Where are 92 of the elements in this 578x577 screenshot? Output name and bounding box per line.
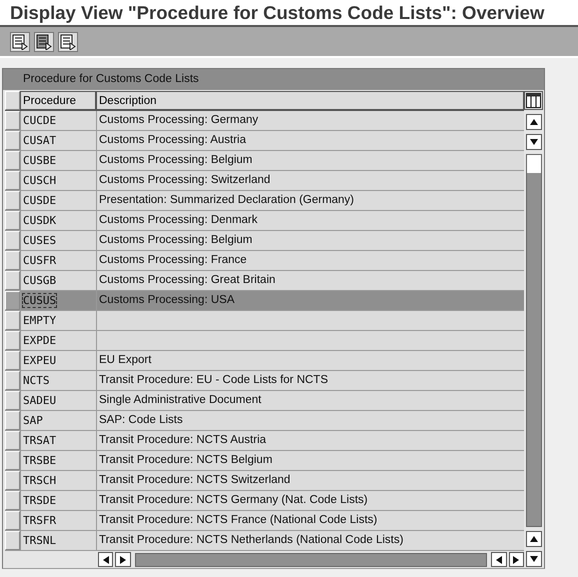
- document-icon[interactable]: [34, 32, 54, 52]
- table-cell: Customs Processing: Switzerland: [96, 171, 524, 190]
- table-cell: CUSBE: [20, 151, 96, 170]
- row-selector[interactable]: [5, 511, 20, 530]
- table-cell: Customs Processing: Belgium: [96, 231, 524, 250]
- table-cell: CUSCH: [20, 171, 96, 190]
- row-selector[interactable]: [5, 311, 20, 330]
- table-caption: Procedure for Customs Code Lists: [3, 69, 544, 90]
- down-arrow-icon: [530, 139, 538, 145]
- left-arrow-icon: [496, 556, 502, 564]
- scroll-up-button[interactable]: [526, 531, 542, 547]
- table-cell: SAP: [20, 411, 96, 430]
- row-selector[interactable]: [5, 351, 20, 370]
- row-selector[interactable]: [5, 251, 20, 270]
- table-cell: Transit Procedure: NCTS Austria: [96, 431, 524, 450]
- right-arrow-icon: [513, 556, 520, 564]
- table-cell: EU Export: [96, 351, 524, 370]
- row-selector[interactable]: [5, 231, 20, 250]
- scrollbar-thumb[interactable]: [526, 155, 540, 173]
- scroll-right-button[interactable]: [115, 552, 131, 567]
- table-cell: EXPEU: [20, 351, 96, 370]
- scroll-up-button[interactable]: [526, 114, 542, 130]
- table-cell: CUSES: [20, 231, 96, 250]
- row-selector[interactable]: [5, 291, 20, 310]
- window-title: Display View "Procedure for Customs Code Lists": Overview: [0, 0, 578, 27]
- column-header[interactable]: Procedure: [20, 91, 96, 110]
- left-arrow-icon: [102, 556, 109, 564]
- scrollbar-track[interactable]: [526, 154, 542, 527]
- table-cell: CUSDK: [20, 211, 96, 230]
- column-header[interactable]: Description: [96, 91, 524, 110]
- row-selector[interactable]: [5, 491, 20, 510]
- table-cell: TRSCH: [20, 471, 96, 490]
- select-all-button[interactable]: [5, 91, 20, 110]
- table-cell: TRSFR: [20, 511, 96, 530]
- up-arrow-icon: [530, 536, 538, 542]
- row-selector[interactable]: [5, 431, 20, 450]
- table-cell: Customs Processing: USA: [96, 291, 524, 310]
- row-selector[interactable]: [5, 211, 20, 230]
- scroll-right-button[interactable]: [508, 552, 524, 567]
- row-selector[interactable]: [5, 451, 20, 470]
- row-selector[interactable]: [5, 331, 20, 350]
- down-arrow-icon: [530, 556, 538, 562]
- scroll-down-button[interactable]: [526, 134, 542, 150]
- row-selector[interactable]: [5, 371, 20, 390]
- row-selector[interactable]: [5, 271, 20, 290]
- table-cell: Transit Procedure: EU - Code Lists for NCTS: [96, 371, 524, 390]
- table-cell: TRSDE: [20, 491, 96, 510]
- table-cell: Transit Procedure: NCTS Germany (Nat. Code Lists): [96, 491, 524, 510]
- table-cell: Customs Processing: Denmark: [96, 211, 524, 230]
- row-selector[interactable]: [5, 391, 20, 410]
- table-cell: TRSBE: [20, 451, 96, 470]
- table-cell: SAP: Code Lists: [96, 411, 524, 430]
- table-cell: Presentation: Summarized Declaration (Germany): [96, 191, 524, 210]
- row-selector[interactable]: [5, 171, 20, 190]
- scroll-down-button[interactable]: [526, 551, 542, 567]
- row-selector[interactable]: [5, 111, 20, 130]
- row-selector[interactable]: [5, 151, 20, 170]
- table-cell: NCTS: [20, 371, 96, 390]
- table-cell: Customs Processing: Great Britain: [96, 271, 524, 290]
- table-cell: Transit Procedure: NCTS Belgium: [96, 451, 524, 470]
- right-arrow-icon: [120, 556, 126, 564]
- table-cell: TRSNL: [20, 531, 96, 550]
- table-cell: CUSDE: [20, 191, 96, 210]
- table-cell: Transit Procedure: NCTS Netherlands (National Code Lists): [96, 531, 524, 550]
- scrollbar-track[interactable]: [134, 552, 488, 566]
- scroll-left-button[interactable]: [98, 552, 114, 567]
- table-cell: CUSAT: [20, 131, 96, 150]
- column-settings-icon[interactable]: [524, 91, 543, 110]
- row-selector[interactable]: [5, 531, 20, 550]
- up-arrow-icon: [530, 119, 538, 125]
- table-cell: EMPTY: [20, 311, 96, 330]
- table-cell: CUCDE: [20, 111, 96, 130]
- table-cell: Customs Processing: Germany: [96, 111, 524, 130]
- document-icon[interactable]: [58, 32, 78, 52]
- table-cell: TRSAT: [20, 431, 96, 450]
- scroll-left-button[interactable]: [491, 552, 507, 567]
- table-cell: SADEU: [20, 391, 96, 410]
- row-selector[interactable]: [5, 191, 20, 210]
- row-selector[interactable]: [5, 471, 20, 490]
- table-cell: CUSFR: [20, 251, 96, 270]
- document-icon[interactable]: [10, 32, 30, 52]
- row-selector[interactable]: [5, 411, 20, 430]
- table-cell: Customs Processing: France: [96, 251, 524, 270]
- table-cell: Single Administrative Document: [96, 391, 524, 410]
- table-cell: Transit Procedure: NCTS France (National Code Lists): [96, 511, 524, 530]
- row-selector[interactable]: [5, 131, 20, 150]
- table-cell: CUSGB: [20, 271, 96, 290]
- table-cell: Customs Processing: Belgium: [96, 151, 524, 170]
- table-cell: Transit Procedure: NCTS Switzerland: [96, 471, 524, 490]
- table-cell: Customs Processing: Austria: [96, 131, 524, 150]
- table-cell: CUSUS: [20, 291, 96, 310]
- table-cell: EXPDE: [20, 331, 96, 350]
